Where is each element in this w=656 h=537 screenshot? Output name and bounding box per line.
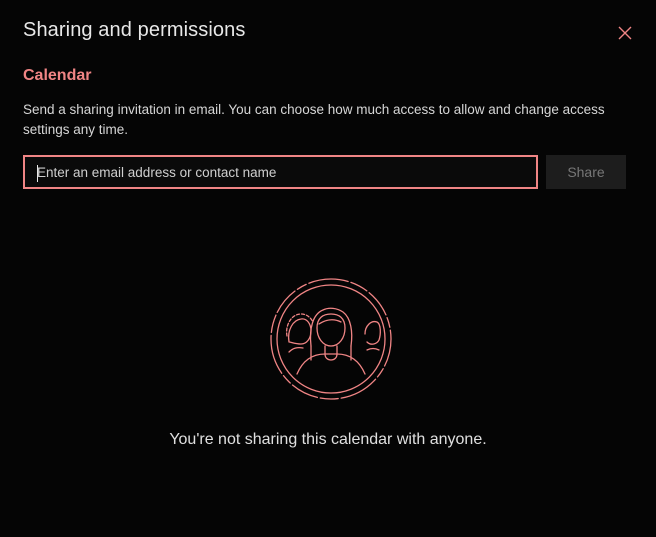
email-input[interactable]	[25, 157, 536, 187]
text-caret	[37, 165, 38, 182]
sharing-description: Send a sharing invitation in email. You …	[23, 102, 605, 137]
share-button[interactable]: Share	[546, 155, 626, 189]
people-group-icon	[270, 278, 392, 400]
calendar-name: Calendar	[23, 67, 92, 84]
empty-state-message: You're not sharing this calendar with an…	[169, 431, 487, 448]
email-input-container	[23, 155, 538, 189]
close-button[interactable]	[613, 21, 637, 45]
close-icon	[618, 26, 632, 40]
dialog-title: Sharing and permissions	[23, 19, 246, 41]
sharing-dialog: Sharing and permissions Calendar Send a …	[0, 0, 656, 537]
